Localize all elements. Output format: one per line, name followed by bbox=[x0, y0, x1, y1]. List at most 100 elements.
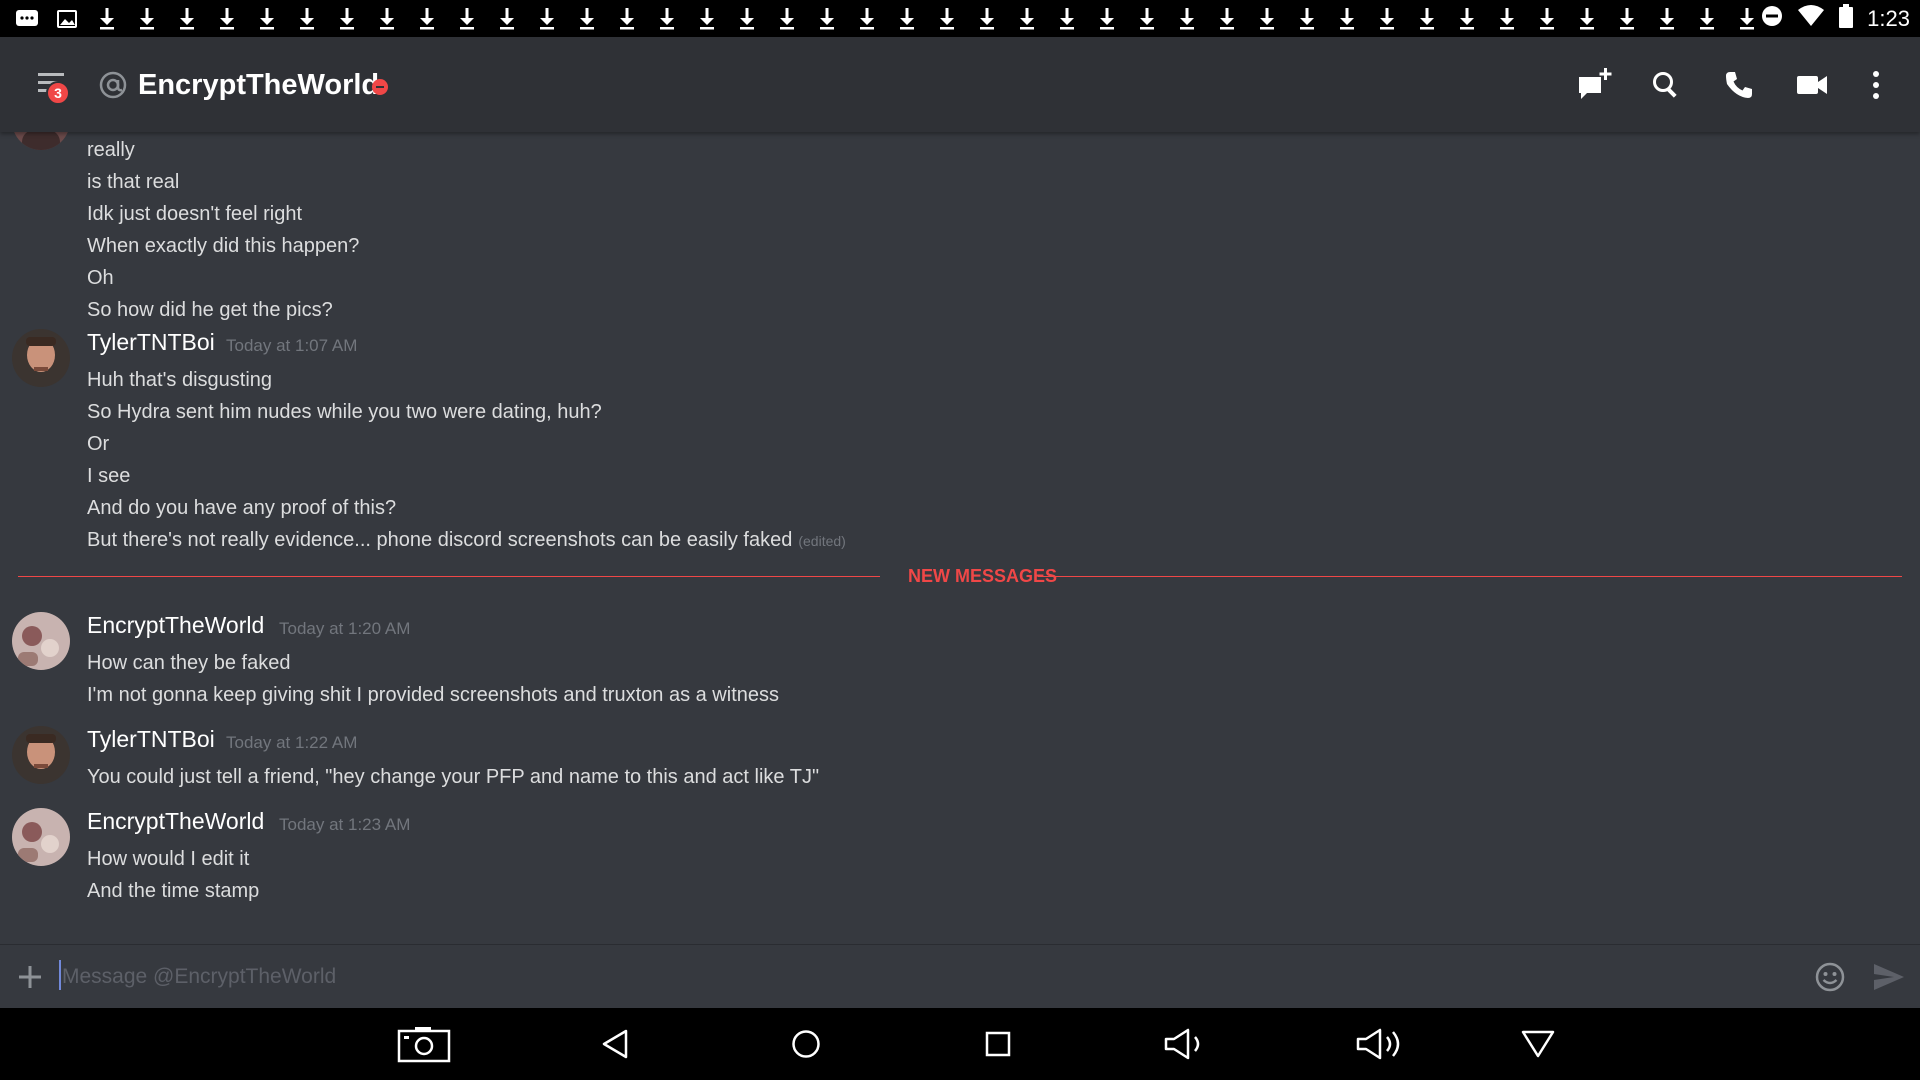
message-text: How can they be faked bbox=[87, 652, 291, 674]
dnd-status-icon bbox=[1761, 5, 1783, 32]
recents-icon bbox=[985, 1031, 1011, 1057]
recents-button[interactable] bbox=[970, 1022, 1026, 1066]
message-text: So Hydra sent him nudes while you two we… bbox=[87, 401, 602, 423]
message-text: I'm not gonna keep giving shit I provide… bbox=[87, 684, 779, 706]
home-icon bbox=[792, 1030, 820, 1058]
message-text: Or bbox=[87, 433, 110, 455]
message-text: When exactly did this happen? bbox=[87, 235, 360, 257]
back-icon bbox=[602, 1029, 628, 1059]
download-icon bbox=[814, 6, 840, 32]
download-icon bbox=[1494, 6, 1520, 32]
download-icon bbox=[414, 6, 440, 32]
video-call-button[interactable] bbox=[1792, 65, 1832, 105]
download-icon bbox=[454, 6, 480, 32]
download-icon bbox=[1094, 6, 1120, 32]
message-author[interactable]: TylerTNTBoi bbox=[87, 726, 215, 753]
clock: 1:23 bbox=[1867, 5, 1910, 31]
download-icon bbox=[1614, 6, 1640, 32]
screenshot-button[interactable] bbox=[396, 1022, 452, 1066]
avatar[interactable] bbox=[12, 612, 70, 670]
message-text: Idk just doesn't feel right bbox=[87, 203, 303, 225]
download-icon bbox=[1054, 6, 1080, 32]
message-timestamp: Today at 1:23 AM bbox=[279, 815, 411, 834]
more-vertical-icon bbox=[1873, 71, 1879, 99]
download-icon bbox=[294, 6, 320, 32]
screenshot-icon bbox=[397, 1027, 451, 1063]
divider-line bbox=[18, 576, 880, 577]
edited-label: (edited) bbox=[798, 533, 846, 549]
wifi-icon bbox=[1797, 5, 1825, 32]
status-bar: 1:23 bbox=[0, 0, 1920, 37]
download-icon bbox=[894, 6, 920, 32]
message-author[interactable]: TylerTNTBoi bbox=[87, 329, 215, 356]
download-icon bbox=[254, 6, 280, 32]
new-messages-divider: NEW MESSAGES bbox=[18, 566, 1902, 586]
app-root: 1:23 3 EncryptTheWorld really is that re… bbox=[0, 0, 1920, 1080]
volume-down-button[interactable] bbox=[1160, 1022, 1216, 1066]
voice-call-button[interactable] bbox=[1719, 65, 1759, 105]
chat-icon bbox=[14, 8, 40, 30]
send-button[interactable] bbox=[1872, 961, 1906, 993]
download-icon bbox=[374, 6, 400, 32]
message-input[interactable] bbox=[62, 953, 1782, 1001]
download-icon bbox=[774, 6, 800, 32]
message-text: really bbox=[87, 139, 135, 161]
back-button[interactable] bbox=[587, 1022, 643, 1066]
download-icon bbox=[1654, 6, 1680, 32]
more-options-button[interactable] bbox=[1856, 65, 1896, 105]
search-button[interactable] bbox=[1646, 65, 1686, 105]
download-icon bbox=[614, 6, 640, 32]
message-text: And the time stamp bbox=[87, 880, 260, 902]
avatar[interactable] bbox=[12, 808, 70, 866]
divider-line bbox=[1038, 576, 1902, 577]
message-list[interactable]: really is that real Idk just doesn't fee… bbox=[0, 132, 1920, 944]
download-icon bbox=[534, 6, 560, 32]
home-button[interactable] bbox=[778, 1022, 834, 1066]
message-text: Oh bbox=[87, 267, 114, 289]
plus-icon bbox=[19, 966, 41, 988]
channel-title: EncryptTheWorld bbox=[138, 69, 380, 101]
message-timestamp: Today at 1:22 AM bbox=[226, 733, 358, 752]
download-icon bbox=[1334, 6, 1360, 32]
avatar[interactable] bbox=[12, 132, 70, 150]
attach-button[interactable] bbox=[16, 963, 44, 991]
download-icon bbox=[1174, 6, 1200, 32]
text-cursor bbox=[59, 960, 61, 990]
message-composer bbox=[0, 944, 1920, 1008]
download-icon bbox=[694, 6, 720, 32]
video-icon bbox=[1797, 76, 1827, 94]
download-icon bbox=[1534, 6, 1560, 32]
message-text: is that real bbox=[87, 171, 180, 193]
download-icon bbox=[1574, 6, 1600, 32]
volume-up-button[interactable] bbox=[1354, 1022, 1410, 1066]
collapse-button[interactable] bbox=[1510, 1022, 1566, 1066]
add-chat-icon bbox=[1579, 68, 1612, 99]
message-text: But there's not really evidence... phone… bbox=[87, 529, 846, 552]
at-icon bbox=[98, 70, 128, 100]
add-chat-button[interactable] bbox=[1574, 65, 1614, 105]
download-icon bbox=[854, 6, 880, 32]
volume-up-icon bbox=[1356, 1028, 1400, 1060]
volume-down-icon bbox=[1164, 1028, 1200, 1060]
message-text: How would I edit it bbox=[87, 848, 250, 870]
message-author[interactable]: EncryptTheWorld bbox=[87, 808, 264, 835]
message-author[interactable]: EncryptTheWorld bbox=[87, 612, 264, 639]
download-icon bbox=[1214, 6, 1240, 32]
message-text: So how did he get the pics? bbox=[87, 299, 333, 321]
avatar[interactable] bbox=[12, 726, 70, 784]
download-icon bbox=[1414, 6, 1440, 32]
message-timestamp: Today at 1:07 AM bbox=[226, 336, 358, 355]
message-text: You could just tell a friend, "hey chang… bbox=[87, 766, 820, 788]
download-icon bbox=[734, 6, 760, 32]
download-icon bbox=[974, 6, 1000, 32]
channel-header: 3 EncryptTheWorld bbox=[0, 37, 1920, 132]
download-icon bbox=[1374, 6, 1400, 32]
send-icon bbox=[1874, 964, 1904, 990]
emoji-button[interactable] bbox=[1814, 961, 1846, 993]
collapse-icon bbox=[1521, 1030, 1555, 1058]
image-icon bbox=[54, 8, 80, 30]
avatar[interactable] bbox=[12, 329, 70, 387]
new-messages-label: NEW MESSAGES bbox=[908, 566, 1058, 586]
battery-icon bbox=[1839, 4, 1854, 33]
dnd-status-indicator bbox=[372, 79, 388, 95]
